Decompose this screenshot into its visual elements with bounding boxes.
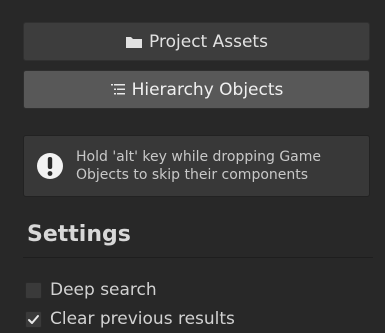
- clear-previous-results-label: Clear previous results: [50, 309, 235, 329]
- warning-icon: [37, 153, 63, 179]
- hierarchy-objects-button[interactable]: Hierarchy Objects: [23, 70, 370, 109]
- clear-previous-results-checkbox[interactable]: [25, 310, 42, 328]
- project-assets-label: Project Assets: [149, 31, 268, 52]
- deep-search-label: Deep search: [50, 280, 157, 300]
- asset-usage-panel: Project Assets Hierarchy Objects Hold 'a…: [0, 0, 385, 333]
- deep-search-checkbox[interactable]: [25, 281, 42, 299]
- settings-heading: Settings: [27, 222, 131, 247]
- settings-divider: [23, 257, 373, 258]
- warning-help-box: Hold 'alt' key while dropping Game Objec…: [23, 135, 370, 197]
- checkmark-icon: [28, 314, 39, 324]
- folder-icon: [125, 35, 143, 49]
- warning-message: Hold 'alt' key while dropping Game Objec…: [76, 149, 321, 183]
- hierarchy-objects-label: Hierarchy Objects: [131, 79, 284, 100]
- project-assets-button[interactable]: Project Assets: [23, 22, 370, 61]
- deep-search-option[interactable]: Deep search: [25, 280, 157, 300]
- clear-previous-results-option[interactable]: Clear previous results: [25, 309, 235, 329]
- hierarchy-icon: [110, 83, 126, 96]
